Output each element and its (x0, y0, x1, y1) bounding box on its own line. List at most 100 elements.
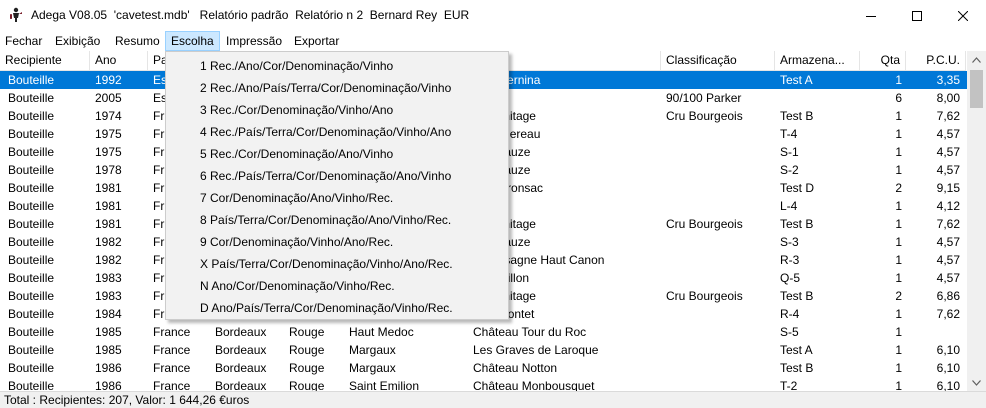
table-cell: 6 (895, 91, 902, 105)
window-title: Adega V08.05 'cavetest.mdb' Relatório pa… (31, 8, 470, 22)
scroll-up-arrow[interactable] (967, 51, 986, 68)
dropdown-item[interactable]: 7 Cor/Denominação/Ano/Vinho/Rec. (166, 187, 508, 209)
dropdown-item[interactable]: D Ano/País/Terra/Cor/Denominação/Vinho/R… (166, 297, 508, 319)
table-cell (666, 269, 775, 287)
table-cell: R-4 (780, 307, 800, 321)
table-cell: 1 (895, 343, 902, 357)
table-row[interactable]: Bouteille 1985 France Bordeaux Rouge Margaux L… (0, 341, 967, 359)
table-cell: Test B (780, 361, 814, 375)
menu-fechar[interactable]: Fechar (0, 31, 47, 51)
table-cell: 1 (895, 109, 902, 123)
table-cell: R-3 (780, 253, 800, 267)
menu-exportar[interactable]: Exportar (289, 31, 344, 51)
table-cell: France (153, 361, 191, 375)
table-cell: 90/100 Parker (666, 91, 742, 105)
table-cell: Bouteille (8, 73, 55, 87)
column-header[interactable]: Recipiente (0, 51, 90, 71)
dropdown-item[interactable]: 4 Rec./País/Terra/Cor/Denominação/Vinho/… (166, 121, 508, 143)
table-cell: Q-5 (780, 271, 801, 285)
title-bar[interactable]: Adega V08.05 'cavetest.mdb' Relatório pa… (0, 0, 986, 31)
table-cell: Haut Medoc (349, 325, 414, 339)
menu-resumo[interactable]: Resumo (110, 31, 165, 51)
column-header[interactable]: Armazena... (775, 51, 860, 71)
table-cell: Cru Bourgeois (666, 109, 743, 123)
table-cell: S-5 (780, 325, 799, 339)
dropdown-item[interactable]: 2 Rec./Ano/País/Terra/Cor/Denominação/Vi… (166, 77, 508, 99)
dropdown-item[interactable]: 3 Rec./Cor/Denominação/Vinho/Ano (166, 99, 508, 121)
table-cell (666, 323, 775, 341)
maximize-button[interactable] (894, 0, 940, 31)
table-cell: 1 (895, 217, 902, 231)
table-cell: France (153, 379, 191, 391)
dropdown-item[interactable]: X País/Terra/Cor/Denominação/Vinho/Ano/R… (166, 253, 508, 275)
dropdown-item[interactable]: 5 Rec./Cor/Denominação/Ano/Vinho (166, 143, 508, 165)
table-cell: Bouteille (8, 127, 55, 141)
minimize-button[interactable] (848, 0, 894, 31)
table-cell: Les Graves de Laroque (473, 343, 599, 357)
table-cell (666, 179, 775, 197)
table-cell: Bouteille (8, 343, 55, 357)
table-cell: Château Tour du Roc (473, 325, 587, 339)
wine-waiter-icon (10, 7, 22, 22)
dropdown-item[interactable]: 1 Rec./Ano/Cor/Denominação/Vinho (166, 55, 508, 77)
table-cell: Rouge (289, 361, 325, 375)
table-cell: 1981 (95, 217, 122, 231)
menu-bar: Fechar Exibição Resumo Escolha Impressão… (0, 31, 986, 51)
vertical-scrollbar[interactable] (967, 51, 986, 391)
table-cell: 1978 (95, 163, 122, 177)
close-icon (958, 10, 968, 21)
table-cell: 4,57 (936, 127, 960, 141)
table-cell: Bordeaux (215, 343, 267, 357)
table-cell: 4,57 (936, 253, 960, 267)
column-header[interactable]: Classificação (661, 51, 775, 71)
dropdown-item[interactable]: 8 País/Terra/Cor/Denominação/Ano/Vinho/R… (166, 209, 508, 231)
table-cell: S-2 (780, 163, 799, 177)
table-cell: 7,62 (936, 109, 960, 123)
table-cell: 7,62 (936, 307, 960, 321)
table-cell: Rouge (289, 379, 325, 391)
status-text: Total : Recipientes: 207, Valor: 1 644,2… (4, 393, 250, 407)
table-row[interactable]: Bouteille 1985 France Bordeaux Rouge Haut Med… (0, 323, 967, 341)
table-cell: 1 (895, 379, 902, 391)
table-cell: 1983 (95, 289, 122, 303)
scrollbar-thumb[interactable] (970, 70, 983, 108)
table-cell: 1 (895, 73, 902, 87)
column-header[interactable]: Qta (860, 51, 906, 71)
dropdown-item[interactable]: N Ano/Cor/Denominação/Vinho/Rec. (166, 275, 508, 297)
table-row[interactable]: Bouteille 1986 France Bordeaux Rouge Margaux C… (0, 359, 967, 377)
close-button[interactable] (940, 0, 986, 31)
table-cell: 1981 (95, 181, 122, 195)
dropdown-item[interactable]: 9 Cor/Denominação/Vinho/Ano/Rec. (166, 231, 508, 253)
table-cell: T-4 (780, 127, 798, 141)
table-cell: Margaux (349, 361, 396, 375)
menu-impressao[interactable]: Impressão (221, 31, 287, 51)
table-cell: 1981 (95, 199, 122, 213)
table-cell: Cru Bourgeois (666, 289, 743, 303)
table-cell: 3,35 (936, 73, 960, 87)
table-row[interactable]: Bouteille 1986 France Bordeaux Rouge Saint Em… (0, 377, 967, 391)
minimize-icon (866, 15, 876, 17)
table-cell: Bordeaux (215, 379, 267, 391)
dropdown-item[interactable]: 6 Rec./País/Terra/Cor/Denominação/Ano/Vi… (166, 165, 508, 187)
scroll-down-arrow[interactable] (967, 374, 986, 391)
chevron-down-icon (972, 379, 981, 386)
table-cell (666, 197, 775, 215)
table-cell: Test B (780, 217, 814, 231)
table-cell: 6,10 (936, 361, 960, 375)
maximize-icon (912, 10, 922, 21)
table-cell: 9,15 (936, 181, 960, 195)
menu-exibicao[interactable]: Exibição (50, 31, 105, 51)
table-cell (780, 89, 860, 107)
column-header[interactable]: P.C.U. (906, 51, 966, 71)
table-cell: 1 (895, 235, 902, 249)
menu-escolha[interactable]: Escolha (165, 31, 220, 51)
table-cell: Saint Emilion (349, 379, 420, 391)
table-cell: Bouteille (8, 91, 55, 105)
table-cell: 1975 (95, 145, 122, 159)
table-cell: L-4 (780, 199, 798, 213)
table-cell: Bouteille (8, 379, 55, 391)
table-cell (666, 233, 775, 251)
table-cell: Test D (780, 181, 815, 195)
column-header[interactable]: Ano (90, 51, 148, 71)
table-cell: Rouge (289, 325, 325, 339)
